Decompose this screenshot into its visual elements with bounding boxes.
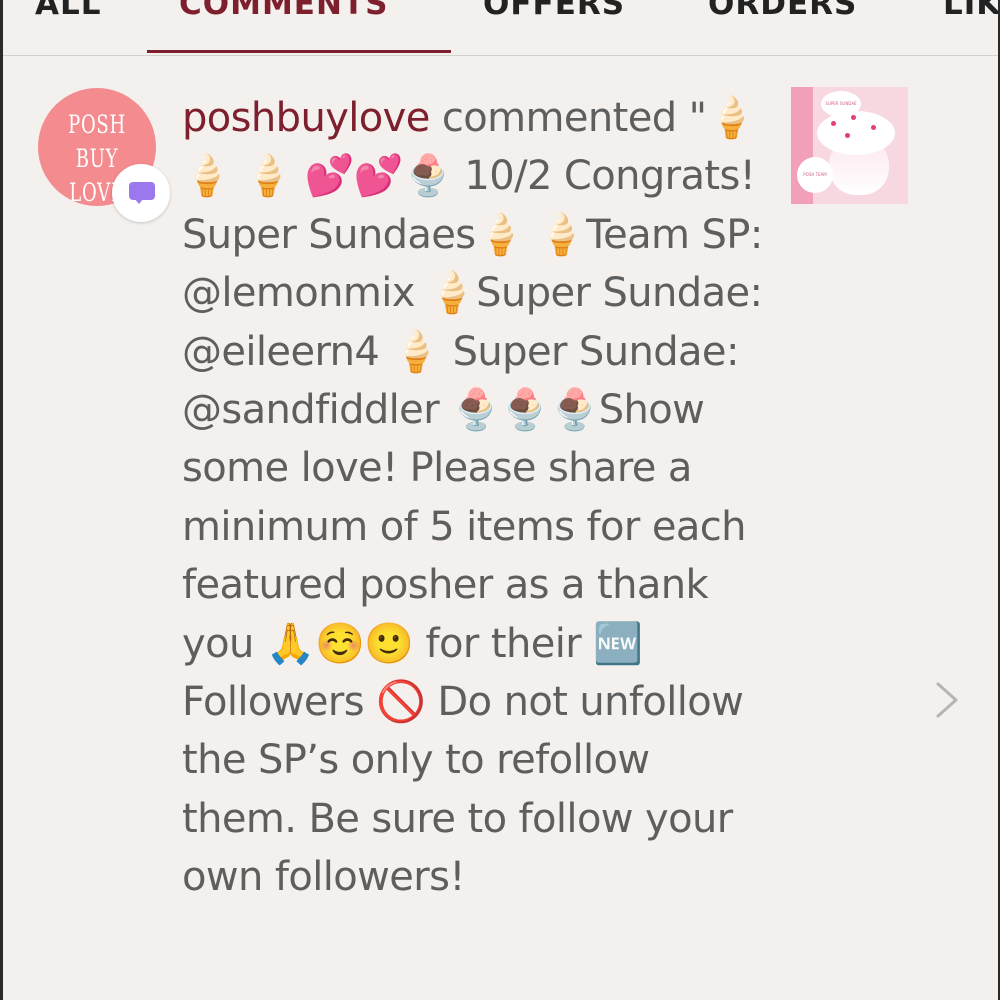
- action-text: commented: [429, 95, 677, 141]
- sprinkle: [851, 115, 856, 120]
- listing-thumbnail[interactable]: SUPER SUNDAE POSH TEAM PARTY: [791, 87, 908, 204]
- tab-orders[interactable]: ORDERS: [708, 0, 857, 24]
- tab-offers[interactable]: OFFERS: [483, 0, 625, 24]
- thumbnail-tag: SUPER SUNDAE: [821, 91, 861, 117]
- username-link[interactable]: poshbuylove: [182, 95, 430, 141]
- sprinkle: [871, 125, 876, 130]
- thumbnail-caption: POSH TEAM PARTY: [797, 157, 833, 193]
- tab-all[interactable]: ALL: [35, 0, 102, 24]
- active-tab-underline: [147, 50, 451, 53]
- left-frame-edge: [0, 0, 3, 1000]
- tab-bar: ALL COMMENTS OFFERS ORDERS LIK: [3, 0, 998, 56]
- comment-body: "🍦 🍦 🍦 💕💕🍨 10/2 Congrats! Super Sundaes🍦…: [182, 95, 763, 901]
- comment-badge: [112, 164, 170, 222]
- tab-comments[interactable]: COMMENTS: [179, 0, 388, 24]
- notification-text[interactable]: poshbuylove commented "🍦 🍦 🍦 💕💕🍨 10/2 Co…: [182, 89, 772, 907]
- sprinkle: [831, 121, 836, 126]
- chevron-right-icon[interactable]: [925, 680, 965, 720]
- tab-likes[interactable]: LIK: [943, 0, 998, 24]
- comment-bubble-icon: [129, 182, 155, 204]
- sprinkle: [845, 133, 850, 138]
- avatar-text-line-1: POSH: [68, 110, 126, 139]
- sundae-cream-image: [817, 111, 895, 155]
